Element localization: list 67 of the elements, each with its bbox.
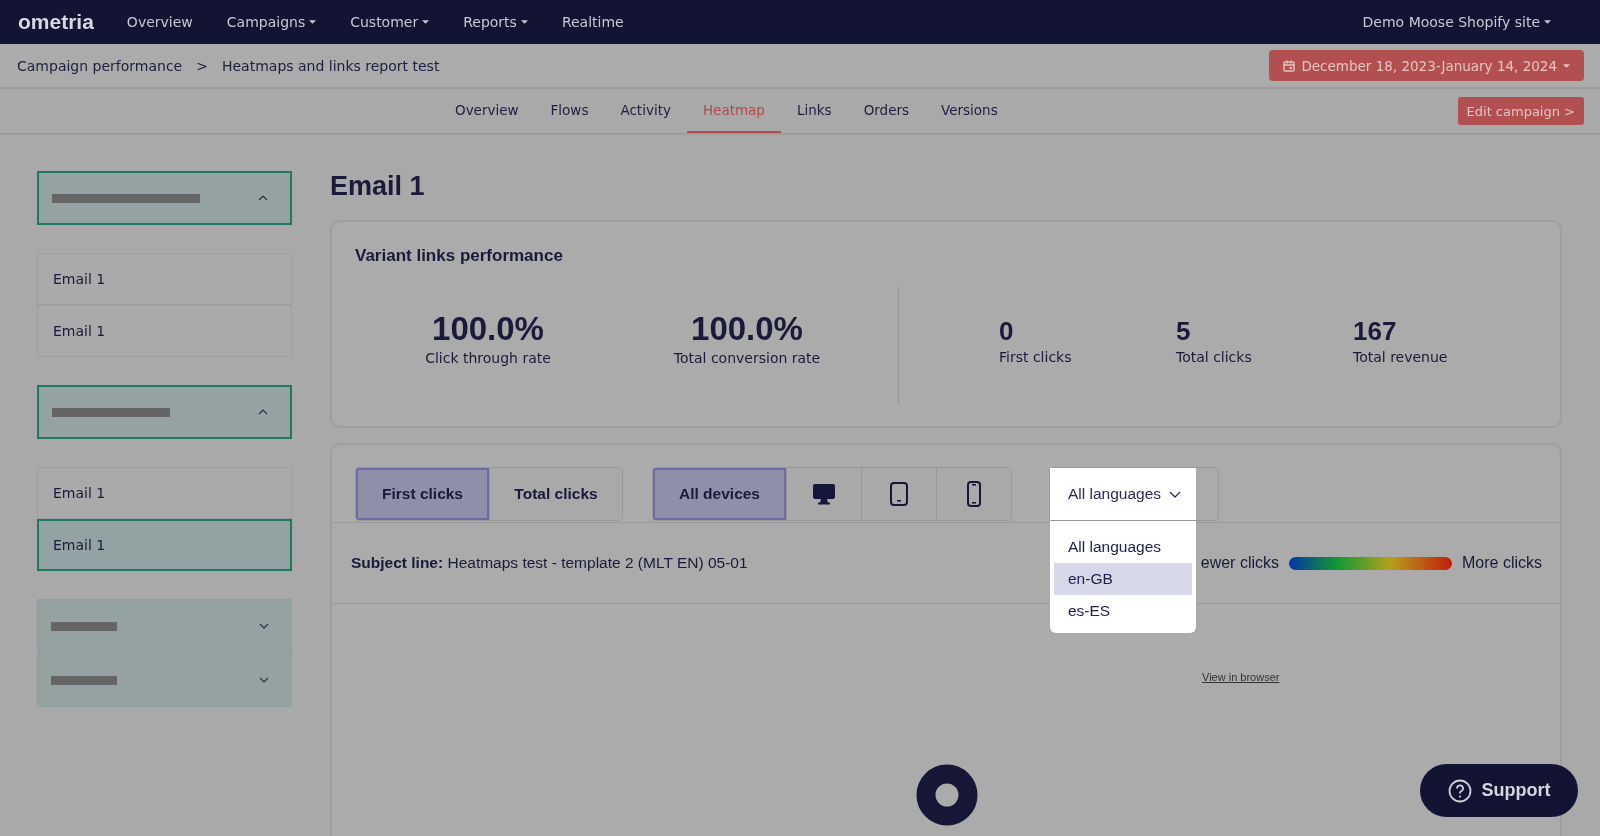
language-dropdown[interactable]: All languages <box>1050 468 1196 520</box>
chevron-up-icon <box>258 409 268 415</box>
phone-icon <box>967 481 981 507</box>
chevron-down-icon <box>259 677 269 683</box>
tab[interactable]: Orders <box>847 89 926 133</box>
page-title: Email 1 <box>330 171 426 202</box>
support-button[interactable]: Support <box>1420 764 1578 817</box>
nav-link[interactable]: Customer <box>333 14 447 30</box>
nav-link[interactable]: Realtime <box>544 14 641 30</box>
calendar-icon <box>1283 59 1296 72</box>
redaction-bar <box>51 621 117 631</box>
group-header[interactable] <box>37 385 292 439</box>
nav-link[interactable]: Reports <box>446 14 545 30</box>
chevron-down-icon <box>1169 490 1182 498</box>
tab[interactable]: Overview <box>439 89 535 133</box>
tablet-icon <box>890 482 908 506</box>
nav-link[interactable]: Overview <box>109 14 210 30</box>
chevron-up-icon <box>258 195 268 201</box>
stat-label: Total clicks <box>1176 349 1253 365</box>
menu-option[interactable]: es-ES <box>1054 595 1192 627</box>
stat-label: Total revenue <box>1353 349 1449 365</box>
site-selector[interactable]: Demo Moose Shopify site <box>1345 14 1568 30</box>
legend-label: More clicks <box>1462 554 1542 572</box>
click-type-button[interactable]: First clicks <box>356 468 489 520</box>
stat-value: 5 <box>1176 316 1192 347</box>
breadcrumb-separator: > <box>196 57 208 74</box>
caret-icon <box>520 20 528 24</box>
phone-button[interactable] <box>936 468 1011 520</box>
email-item[interactable]: Email 1 <box>37 305 292 357</box>
help-icon <box>1447 778 1472 803</box>
group-header[interactable] <box>37 171 292 225</box>
breadcrumb-item: Heatmaps and links report test <box>221 57 440 74</box>
email-item[interactable]: Email 1 <box>37 519 292 571</box>
all-devices-button[interactable]: All devices <box>653 468 786 520</box>
caret-icon <box>309 20 317 24</box>
caret-icon <box>422 20 430 24</box>
breadcrumb-item[interactable]: Campaign performance <box>17 57 183 74</box>
group-header[interactable] <box>37 653 292 707</box>
legend-label: ewer clicks <box>1200 554 1279 572</box>
caret-icon <box>1544 20 1551 24</box>
group-header[interactable] <box>37 599 292 653</box>
stat-value: 167 <box>1353 316 1398 347</box>
menu-option[interactable]: en-GB <box>1054 563 1192 595</box>
tab[interactable]: Versions <box>925 89 1014 133</box>
subject-line: Subject line: Heatmaps test - template 2 (MLT EN) 05-01 <box>351 554 748 572</box>
stat-value: 0 <box>999 316 1015 347</box>
stat-label: First clicks <box>999 349 1073 365</box>
view-in-browser-link[interactable]: View in browser <box>1202 671 1280 683</box>
stat-value: 100.0% <box>691 310 803 348</box>
click-type-button[interactable]: Total clicks <box>489 468 622 520</box>
nav-link[interactable]: Campaigns <box>209 14 334 30</box>
caret-icon <box>1563 63 1570 68</box>
redaction-bar <box>51 675 117 685</box>
logo[interactable]: ometria <box>18 10 94 34</box>
tab[interactable]: Flows <box>534 89 605 133</box>
stat-label: Total conversion rate <box>673 350 821 366</box>
card-title: Variant links performance <box>355 246 564 266</box>
email-item[interactable]: Email 1 <box>37 467 292 519</box>
tab[interactable]: Activity <box>604 89 687 133</box>
tab[interactable]: Links <box>780 89 848 133</box>
menu-option[interactable]: All languages <box>1054 531 1192 563</box>
loading-spinner-icon <box>916 764 978 826</box>
stat-value: 100.0% <box>432 310 544 348</box>
chevron-down-icon <box>259 623 269 629</box>
stat-label: Click through rate <box>425 350 551 366</box>
monitor-icon <box>812 483 836 505</box>
email-item[interactable]: Email 1 <box>37 253 292 305</box>
